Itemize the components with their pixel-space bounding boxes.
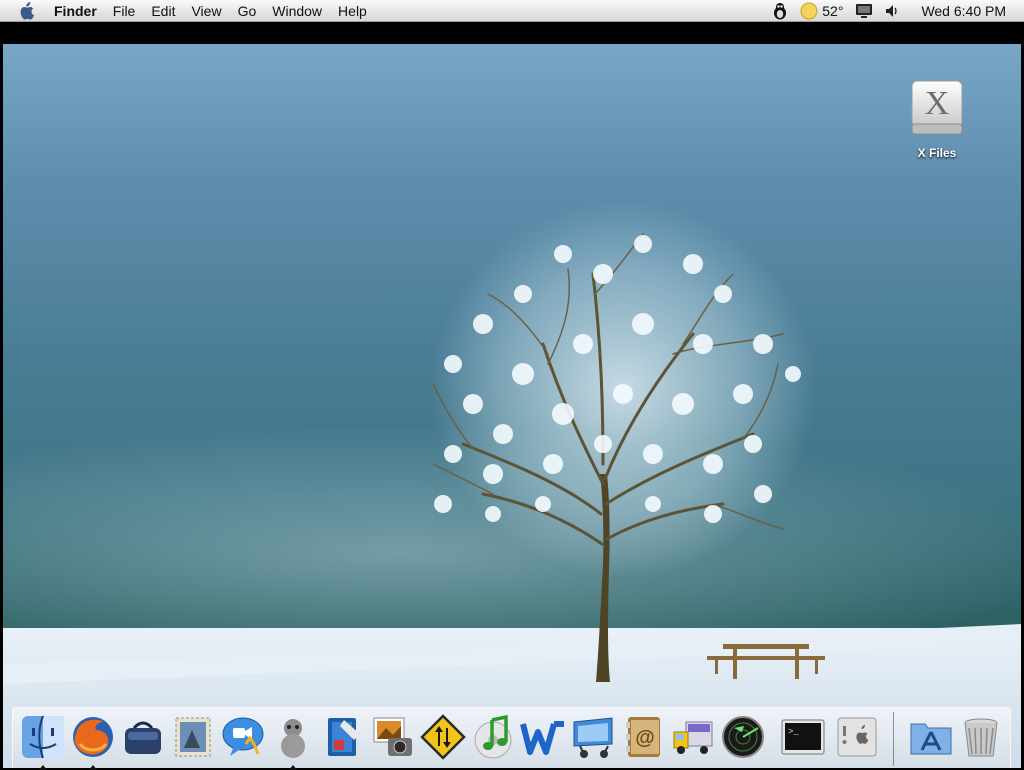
desktop[interactable]: X X Files xyxy=(3,44,1021,768)
apple-menu-icon[interactable] xyxy=(12,1,40,20)
gray-mascot-icon xyxy=(281,719,305,758)
dock-terminal[interactable]: >_ xyxy=(779,713,827,761)
stamp-icon xyxy=(175,717,211,757)
menu-view[interactable]: View xyxy=(183,0,229,22)
weather-temperature: 52° xyxy=(822,2,844,19)
trash-can-icon xyxy=(964,718,998,757)
dock-bag-app[interactable] xyxy=(119,713,167,761)
dock-firefox[interactable] xyxy=(69,713,117,770)
address-book-icon: @ xyxy=(626,717,660,757)
dock-transmit[interactable] xyxy=(419,713,467,761)
dock-applications-folder[interactable] xyxy=(907,713,955,761)
dock-iphoto[interactable] xyxy=(369,713,417,761)
menu-file[interactable]: File xyxy=(105,0,144,22)
firefox-icon xyxy=(73,717,113,757)
wallpaper-tree-scene xyxy=(3,233,1021,684)
disk-drive-icon: X xyxy=(911,80,963,135)
radar-globe-icon xyxy=(722,716,764,758)
dock-itunes[interactable] xyxy=(469,713,517,761)
svg-text:X: X xyxy=(925,85,950,122)
dock-automator[interactable] xyxy=(569,713,617,761)
menu-bar: Finder File Edit View Go Window Help 52° xyxy=(0,0,1024,22)
dock-delivery-app[interactable] xyxy=(669,713,717,761)
book-icon xyxy=(328,718,360,756)
dock-book-app[interactable] xyxy=(319,713,367,761)
desktop-icon-x-files[interactable]: X X Files xyxy=(899,80,975,160)
finder-face-icon xyxy=(22,715,64,759)
menu-edit[interactable]: Edit xyxy=(143,0,183,22)
dock-word[interactable] xyxy=(519,713,567,761)
road-sign-icon xyxy=(420,714,466,760)
weather-sun-icon[interactable]: 52° xyxy=(794,2,849,20)
dock-network-radar[interactable] xyxy=(719,713,767,761)
dock-finder[interactable] xyxy=(19,713,67,770)
applications-folder-icon xyxy=(910,723,952,755)
svg-text:@: @ xyxy=(635,727,655,749)
menu-help[interactable]: Help xyxy=(330,0,375,22)
menu-app-finder[interactable]: Finder xyxy=(40,0,105,22)
desktop-top-band xyxy=(0,22,1024,44)
word-w-icon xyxy=(520,721,564,755)
music-note-icon xyxy=(474,714,512,759)
dock-adium[interactable] xyxy=(269,713,317,770)
apple-hardware-icon xyxy=(837,717,877,757)
terminal-icon: >_ xyxy=(781,719,825,755)
dock-ichat[interactable] xyxy=(219,713,267,761)
dock-trash[interactable] xyxy=(957,713,1005,761)
dock: @ >_ xyxy=(12,707,1011,770)
menu-extra-mascot-icon[interactable] xyxy=(766,2,794,20)
menu-clock[interactable]: Wed 6:40 PM xyxy=(907,3,1024,19)
camera-photo-icon xyxy=(373,717,412,756)
display-cart-icon xyxy=(573,717,613,758)
display-monitor-icon[interactable] xyxy=(849,3,879,19)
chat-bubble-icon xyxy=(222,717,264,756)
volume-speaker-icon[interactable] xyxy=(879,4,907,18)
dock-mail-stamp[interactable] xyxy=(169,713,217,761)
svg-text:>_: >_ xyxy=(788,727,799,737)
dock-address-book[interactable]: @ xyxy=(619,713,667,761)
dock-system-profiler[interactable] xyxy=(833,713,881,761)
menu-window[interactable]: Window xyxy=(264,0,330,22)
desktop-icon-label: X Files xyxy=(917,146,957,160)
dock-separator xyxy=(893,712,894,766)
delivery-truck-icon xyxy=(673,721,713,754)
bag-icon xyxy=(125,721,161,754)
menu-go[interactable]: Go xyxy=(230,0,265,22)
